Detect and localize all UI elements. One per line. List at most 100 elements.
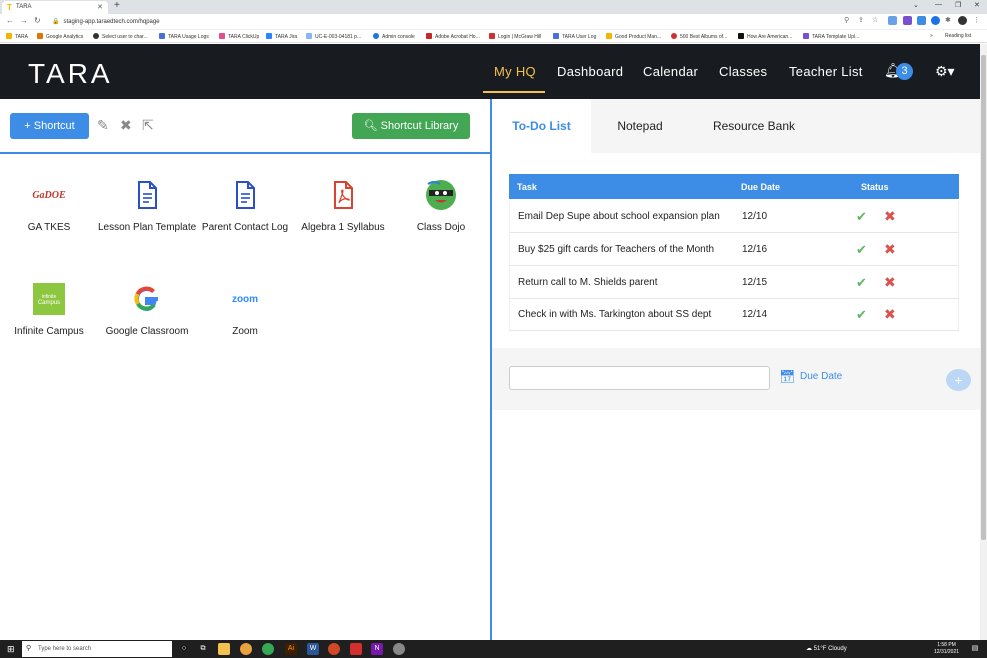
delete-x-icon[interactable]: ✖ xyxy=(120,117,132,134)
bookmark[interactable]: Adobe Acrobat Ho... xyxy=(426,33,480,40)
nav-calendar[interactable]: Calendar xyxy=(643,64,698,79)
cortana-icon[interactable]: ○ xyxy=(178,643,190,655)
close-tab-icon[interactable]: ✕ xyxy=(97,3,103,11)
weather-widget[interactable]: ☁ 51°F Cloudy xyxy=(806,645,847,652)
windows-start-icon[interactable]: ⊞ xyxy=(7,644,15,655)
url-field[interactable]: 🔒 staging-app.taraedtech.com/hqpage xyxy=(52,18,160,25)
app-logo[interactable]: TARA xyxy=(28,58,113,90)
tab-notepad[interactable]: Notepad xyxy=(591,99,689,153)
chrome-icon[interactable] xyxy=(240,643,252,655)
share-icon[interactable]: ⇪ xyxy=(858,16,864,24)
shortcut-zoom[interactable]: zoom Zoom xyxy=(196,282,294,342)
close-window-icon[interactable]: ✕ xyxy=(974,1,980,9)
nav-dashboard[interactable]: Dashboard xyxy=(557,64,623,79)
add-shortcut-label: + Shortcut xyxy=(24,120,75,132)
bookmark[interactable]: TARA Usage Logs xyxy=(159,33,209,40)
delete-x-icon[interactable]: ✖ xyxy=(884,306,896,323)
bookmark[interactable]: UC-E-003-04181 p... xyxy=(306,33,361,40)
nav-my-hq[interactable]: My HQ xyxy=(494,64,536,79)
tab-todo-list[interactable]: To-Do List xyxy=(492,99,591,153)
tab-search-icon[interactable]: ⌄ xyxy=(913,1,919,9)
chrome-profile-icon[interactable] xyxy=(262,643,274,655)
puzzle-icon[interactable]: ✱ xyxy=(945,16,951,24)
taskbar-search[interactable]: ⚲ Type here to search xyxy=(22,641,172,657)
bookmark[interactable]: Select user to char... xyxy=(93,33,148,40)
bookmark[interactable]: Admin console xyxy=(373,33,415,40)
settings-gear-icon[interactable]: ⚙︎▾ xyxy=(935,63,955,80)
shortcut-infinite-campus[interactable]: infinite Campus Infinite Campus xyxy=(0,282,98,342)
bookmark[interactable]: Login | McGraw Hill xyxy=(489,33,541,40)
delete-x-icon[interactable]: ✖ xyxy=(884,241,896,258)
more-bookmarks-icon[interactable]: » xyxy=(930,33,933,39)
word-icon[interactable]: W xyxy=(307,643,319,655)
taskbar-search-placeholder: Type here to search xyxy=(38,646,92,652)
forward-icon[interactable]: → xyxy=(20,16,28,25)
notification-badge[interactable]: 3 xyxy=(896,63,913,80)
extension-icon[interactable] xyxy=(888,16,897,25)
illustrator-icon[interactable]: Ai xyxy=(285,643,297,655)
acrobat-icon[interactable] xyxy=(350,643,362,655)
table-row: Check in with Ms. Tarkington about SS de… xyxy=(509,299,959,331)
star-icon[interactable]: ☆ xyxy=(872,16,878,24)
shortcut-library-button[interactable]: 🔍︎ Shortcut Library xyxy=(352,113,470,139)
zoom-icon[interactable]: ⚲ xyxy=(844,16,849,24)
extension-icon[interactable] xyxy=(917,16,926,25)
maximize-icon[interactable]: ❐ xyxy=(955,1,961,9)
delete-x-icon[interactable]: ✖ xyxy=(884,208,896,225)
bookmark[interactable]: How Are American... xyxy=(738,33,792,40)
edit-pencil-icon[interactable]: ✎ xyxy=(97,117,109,134)
app-icon[interactable] xyxy=(393,643,405,655)
shortcut-parent-contact-log[interactable]: Parent Contact Log xyxy=(196,178,294,238)
column-header-status: Status xyxy=(861,182,889,192)
bookmark[interactable]: TARA Template Upl... xyxy=(803,33,859,40)
complete-check-icon[interactable]: ✔ xyxy=(856,209,867,225)
table-row: Email Dep Supe about school expansion pl… xyxy=(509,201,959,233)
nav-teacher-list[interactable]: Teacher List xyxy=(789,64,863,79)
reading-list[interactable]: Reading list xyxy=(945,33,971,39)
complete-check-icon[interactable]: ✔ xyxy=(856,242,867,258)
browser-tab[interactable]: T TARA ✕ xyxy=(2,1,108,14)
add-shortcut-button[interactable]: + Shortcut xyxy=(10,113,89,139)
shortcut-google-classroom[interactable]: Google Classroom xyxy=(98,282,196,342)
shortcut-library-label: 🔍︎ Shortcut Library xyxy=(363,120,459,132)
add-task-button[interactable]: + xyxy=(946,369,971,391)
extension-icon[interactable] xyxy=(903,16,912,25)
back-icon[interactable]: ← xyxy=(6,16,14,25)
shortcut-ga-tkes[interactable]: GaDOE GA TKES xyxy=(0,178,98,238)
bookmark[interactable]: TARA ClickUp xyxy=(219,33,259,40)
minimize-icon[interactable]: — xyxy=(935,1,942,8)
shortcut-lesson-plan-template[interactable]: Lesson Plan Template xyxy=(98,178,196,238)
browser-menu-icon[interactable]: ⋮ xyxy=(973,16,980,24)
bookmark[interactable]: Good Product Man... xyxy=(606,33,661,40)
new-task-input[interactable] xyxy=(509,366,770,390)
zoom-logo-icon: zoom xyxy=(232,294,258,305)
system-clock[interactable]: 1:58 PM 12/31/2021 xyxy=(934,642,959,656)
bookmark[interactable]: TARA User Log xyxy=(553,33,596,40)
scrollbar-thumb[interactable] xyxy=(981,55,986,540)
profile-avatar[interactable] xyxy=(958,16,967,25)
onenote-icon[interactable]: N xyxy=(371,643,383,655)
tab-resource-bank[interactable]: Resource Bank xyxy=(699,99,809,153)
complete-check-icon[interactable]: ✔ xyxy=(856,275,867,291)
file-explorer-icon[interactable] xyxy=(218,643,230,655)
task-view-icon[interactable]: ⧉ xyxy=(197,643,209,655)
bookmark[interactable]: TARA Jira xyxy=(266,33,297,40)
shortcut-class-dojo[interactable]: Class Dojo xyxy=(392,178,490,238)
notifications-icon[interactable]: ▤ xyxy=(969,643,981,655)
nav-classes[interactable]: Classes xyxy=(719,64,767,79)
complete-check-icon[interactable]: ✔ xyxy=(856,307,867,323)
bookmark[interactable]: Google Analytics xyxy=(37,33,83,40)
task-due-date: 12/14 xyxy=(742,309,768,320)
delete-x-icon[interactable]: ✖ xyxy=(884,274,896,291)
bookmark[interactable]: TARA xyxy=(6,33,28,40)
share-export-icon[interactable]: ⇱ xyxy=(142,117,154,134)
shortcut-algebra-1-syllabus[interactable]: Algebra 1 Syllabus xyxy=(294,178,392,238)
bookmark[interactable]: 500 Best Albums of... xyxy=(671,33,727,40)
calendar-icon[interactable]: 📅︎ xyxy=(779,369,796,385)
due-date-picker[interactable]: Due Date xyxy=(800,371,842,382)
new-tab-icon[interactable]: + xyxy=(114,0,120,11)
svg-text:zoom: zoom xyxy=(232,294,258,305)
powerpoint-icon[interactable] xyxy=(328,643,340,655)
extension-icon[interactable] xyxy=(931,16,940,25)
reload-icon[interactable]: ↻ xyxy=(34,16,41,25)
